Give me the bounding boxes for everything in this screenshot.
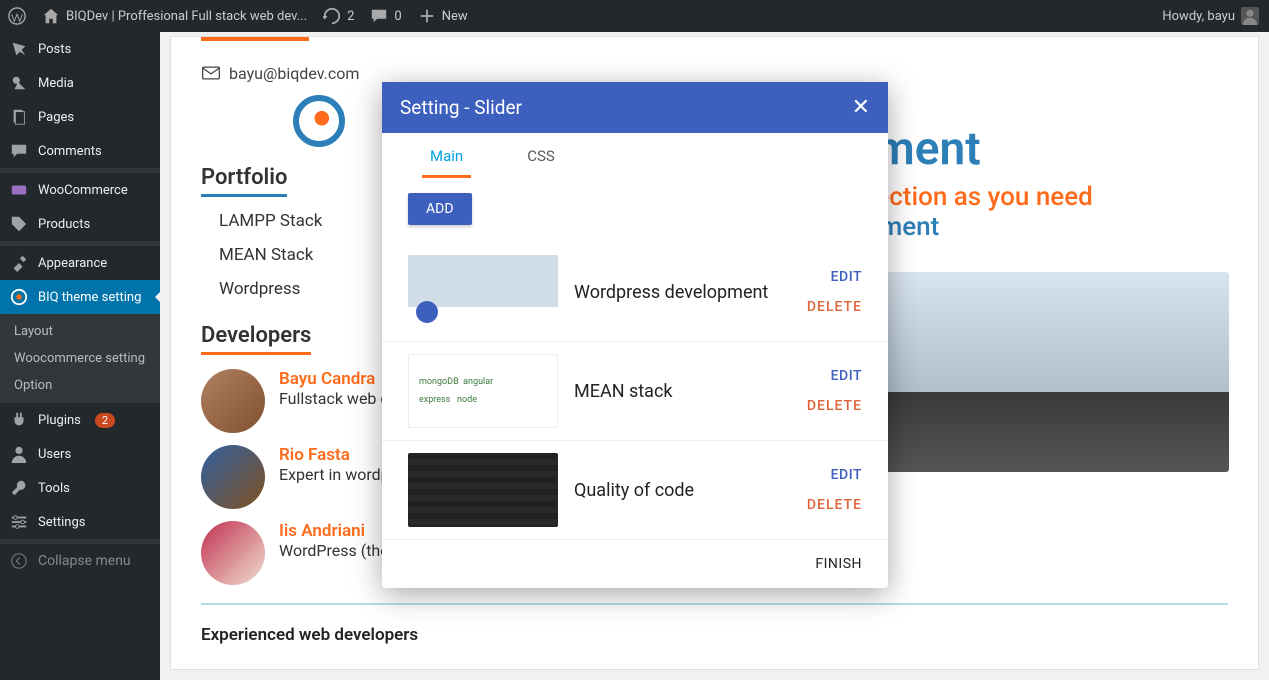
add-button[interactable]: ADD xyxy=(408,193,472,225)
brand-logo xyxy=(293,95,345,147)
portfolio-heading: Portfolio xyxy=(201,165,287,197)
site-name: BIQDev | Proffesional Full stack web dev… xyxy=(66,9,307,24)
tab-css[interactable]: CSS xyxy=(519,147,563,178)
delete-button[interactable]: DELETE xyxy=(807,497,862,513)
slider-title: MEAN stack xyxy=(574,381,791,402)
finish-button[interactable]: FINISH xyxy=(382,540,888,576)
active-tab-indicator xyxy=(201,37,309,41)
menu-pages[interactable]: Pages xyxy=(0,100,160,134)
submenu-option[interactable]: Option xyxy=(0,372,160,399)
slider-title: Quality of code xyxy=(574,480,791,501)
slider-row: MEAN stack EDIT DELETE xyxy=(382,342,888,441)
experienced-heading: Experienced web developers xyxy=(201,625,1228,645)
avatar xyxy=(201,445,265,509)
site-link[interactable]: BIQDev | Proffesional Full stack web dev… xyxy=(42,7,307,25)
divider xyxy=(201,603,1228,605)
slider-thumb xyxy=(408,255,558,329)
submenu-woocommerce-setting[interactable]: Woocommerce setting xyxy=(0,345,160,372)
modal-header: Setting - Slider ✕ xyxy=(382,82,888,133)
slider-row: Quality of code EDIT DELETE xyxy=(382,441,888,540)
menu-comments[interactable]: Comments xyxy=(0,134,160,168)
new-link[interactable]: New xyxy=(418,7,468,25)
menu-appearance[interactable]: Appearance xyxy=(0,246,160,280)
edit-button[interactable]: EDIT xyxy=(807,368,862,384)
slider-setting-modal: Setting - Slider ✕ Main CSS ADD Wordpres… xyxy=(382,82,888,588)
avatar xyxy=(201,369,265,433)
slider-thumb xyxy=(408,453,558,527)
developers-heading: Developers xyxy=(201,323,311,355)
modal-tabs: Main CSS xyxy=(382,133,888,179)
slider-row: Wordpress development EDIT DELETE xyxy=(382,243,888,342)
menu-media[interactable]: Media xyxy=(0,66,160,100)
avatar xyxy=(201,521,265,585)
menu-products[interactable]: Products xyxy=(0,207,160,241)
menu-plugins[interactable]: Plugins2 xyxy=(0,403,160,437)
slider-title: Wordpress development xyxy=(574,282,791,303)
submenu-layout[interactable]: Layout xyxy=(0,318,160,345)
admin-menu: Posts Media Pages Comments WooCommerce P… xyxy=(0,32,160,680)
edit-button[interactable]: EDIT xyxy=(807,269,862,285)
wp-logo[interactable] xyxy=(8,7,26,25)
slider-thumb xyxy=(408,354,558,428)
email-row: bayu@biqdev.com xyxy=(201,63,1228,83)
email-text: bayu@biqdev.com xyxy=(229,64,359,83)
menu-tools[interactable]: Tools xyxy=(0,471,160,505)
menu-biq-theme[interactable]: BIQ theme setting xyxy=(0,280,160,314)
admin-bar: BIQDev | Proffesional Full stack web dev… xyxy=(0,0,1269,32)
menu-settings[interactable]: Settings xyxy=(0,505,160,539)
edit-button[interactable]: EDIT xyxy=(807,467,862,483)
submenu-biq: Layout Woocommerce setting Option xyxy=(0,314,160,403)
menu-woocommerce[interactable]: WooCommerce xyxy=(0,173,160,207)
tab-main[interactable]: Main xyxy=(422,147,471,178)
comments-link[interactable]: 0 xyxy=(370,7,401,25)
menu-users[interactable]: Users xyxy=(0,437,160,471)
delete-button[interactable]: DELETE xyxy=(807,299,862,315)
plugins-badge: 2 xyxy=(95,413,115,428)
avatar-icon xyxy=(1241,7,1259,25)
modal-title: Setting - Slider xyxy=(400,96,522,119)
account-link[interactable]: Howdy, bayu xyxy=(1162,7,1269,25)
envelope-icon xyxy=(201,63,221,83)
delete-button[interactable]: DELETE xyxy=(807,398,862,414)
close-icon[interactable]: ✕ xyxy=(852,97,870,119)
updates-link[interactable]: 2 xyxy=(323,7,354,25)
menu-posts[interactable]: Posts xyxy=(0,32,160,66)
menu-collapse[interactable]: Collapse menu xyxy=(0,544,160,578)
